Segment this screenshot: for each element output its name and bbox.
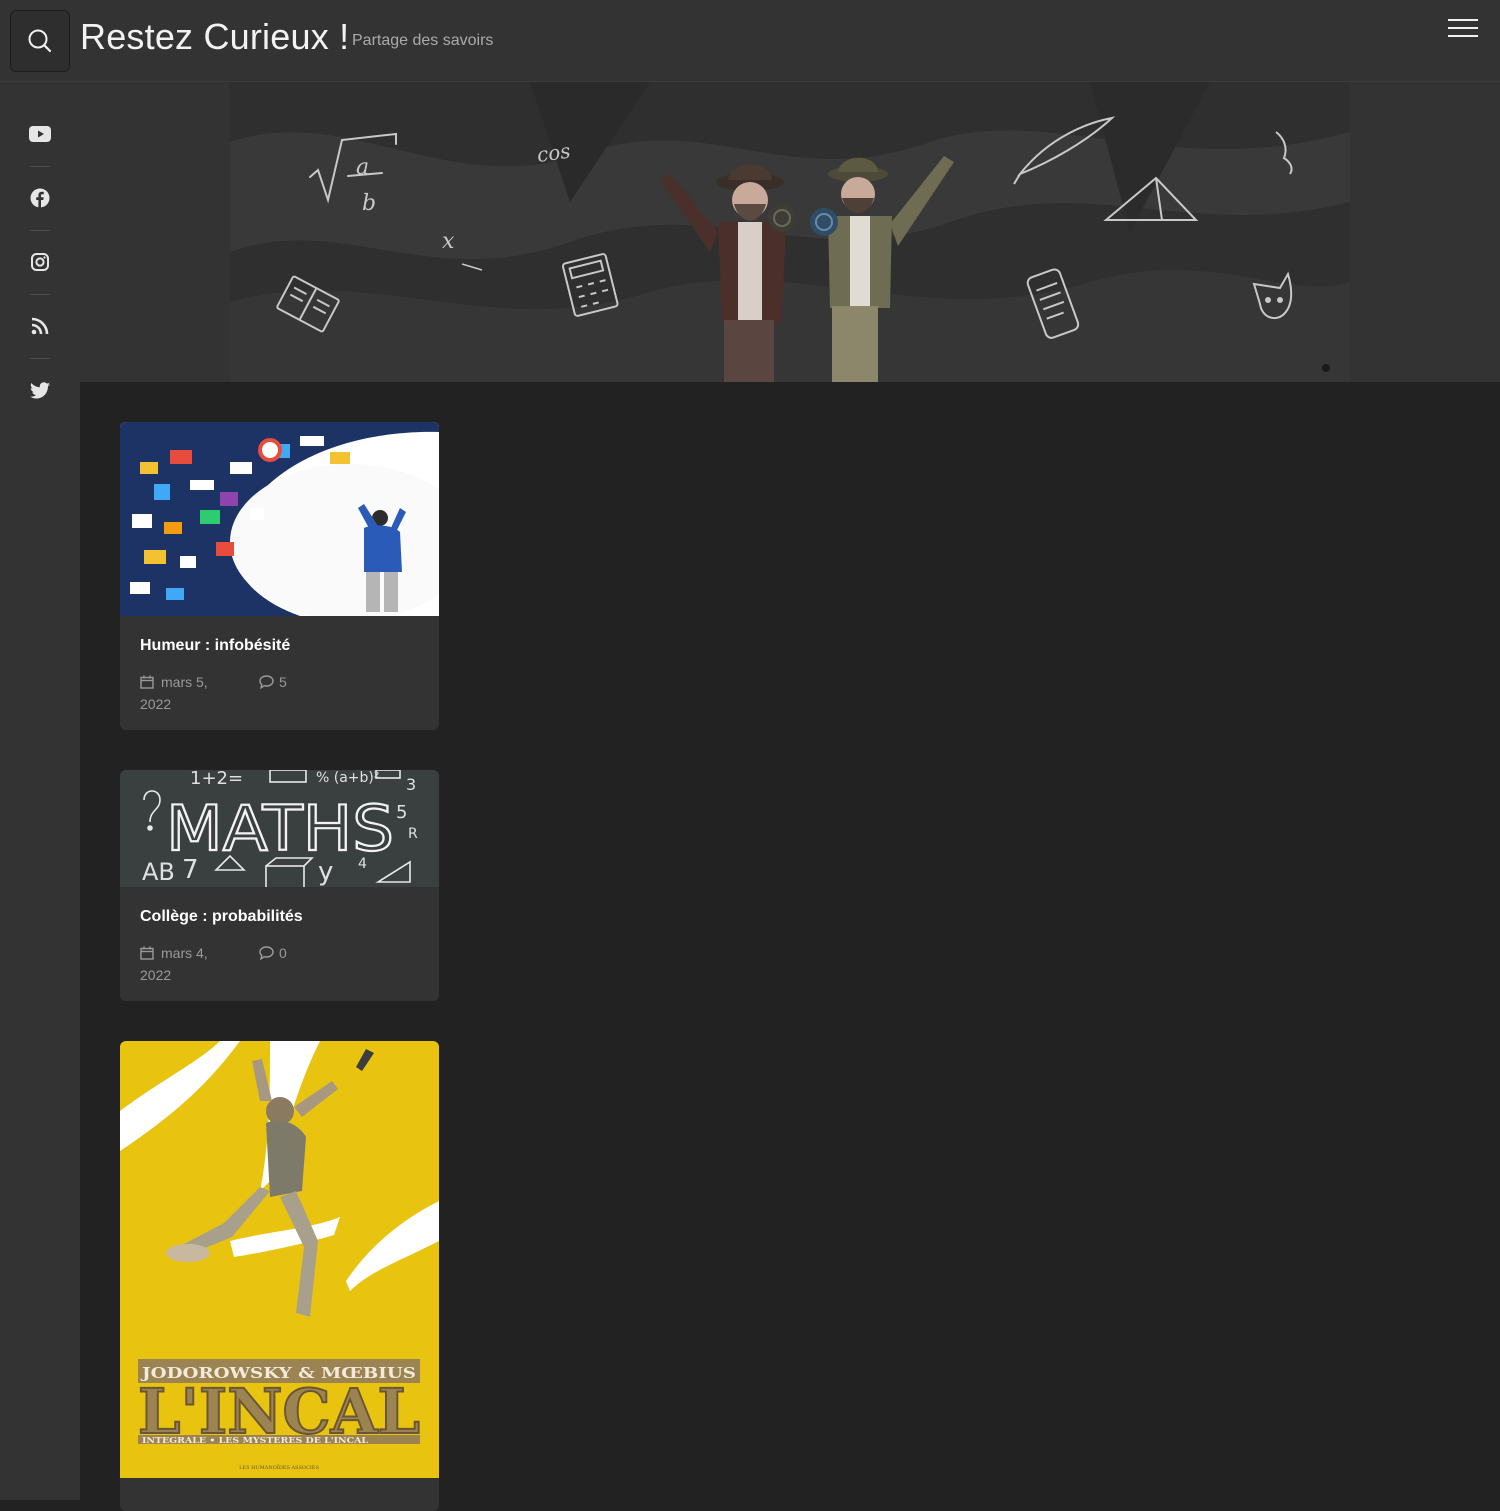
menu-button[interactable] — [1444, 14, 1480, 42]
youtube-link[interactable] — [0, 102, 80, 166]
svg-text:y: y — [318, 857, 333, 887]
menu-icon — [1448, 19, 1478, 21]
svg-text:AB: AB — [142, 858, 175, 886]
rss-link[interactable] — [0, 294, 80, 358]
cover-publisher: LES HUMANOÏDES ASSOCIÉS — [239, 1463, 319, 1471]
post-date-line2: 2022 — [140, 967, 172, 983]
youtube-icon — [29, 126, 51, 142]
post-date-line1: mars 4, — [161, 945, 208, 961]
post-meta: mars 4, 2022 0 — [140, 942, 419, 986]
post-comments-count: 5 — [279, 674, 287, 690]
rss-icon — [31, 317, 49, 335]
svg-text:7: 7 — [182, 855, 199, 885]
search-icon — [28, 29, 52, 53]
svg-text:5: 5 — [396, 802, 407, 823]
svg-text:3: 3 — [406, 775, 416, 794]
calendar-icon — [140, 946, 154, 960]
search-button[interactable] — [10, 10, 70, 72]
svg-text:4: 4 — [358, 856, 367, 872]
banner-illustration: a b cos x — [230, 82, 1350, 382]
post-thumbnail-incal[interactable]: JODOROWSKY & MŒBIUS L'INCAL INTEGRALE • … — [120, 1041, 439, 1478]
doodle-cos: cos — [535, 139, 572, 167]
post-date-line2: 2022 — [140, 696, 172, 712]
post-title[interactable]: Humeur : infobésité — [140, 637, 290, 655]
post-date-line1: mars 5, — [161, 674, 208, 690]
comment-icon — [259, 946, 274, 960]
doodle-frac-b: b — [362, 191, 376, 216]
site-tagline: Partage des savoirs — [352, 32, 494, 49]
doodle-x: x — [442, 229, 455, 254]
post-title[interactable]: Collège : probabilités — [140, 908, 303, 926]
facebook-icon — [30, 188, 50, 208]
facebook-link[interactable] — [0, 166, 80, 230]
post-thumbnail-maths[interactable]: MATHS 1+2= % (a+b)² 3 5 R AB 7 y 4 — [120, 770, 439, 887]
doodle-frac-a: a — [356, 155, 369, 180]
instagram-link[interactable] — [0, 230, 80, 294]
post-meta: mars 5, 2022 5 — [140, 671, 419, 715]
cover-subtitle: INTEGRALE • LES MYSTERES DE L'INCAL — [142, 1435, 368, 1445]
site-title[interactable]: Restez Curieux ! — [80, 16, 349, 58]
post-comments-count: 0 — [279, 945, 287, 961]
svg-text:R: R — [408, 826, 418, 842]
social-sidebar — [0, 82, 80, 1500]
svg-text:% (a+b)²: % (a+b)² — [316, 770, 380, 786]
header-banner[interactable]: a b cos x — [230, 82, 1350, 382]
comment-icon — [259, 675, 274, 689]
twitter-icon — [30, 381, 50, 398]
post-card[interactable]: MATHS 1+2= % (a+b)² 3 5 R AB 7 y 4 Collè… — [120, 770, 439, 1001]
maths-title: MATHS — [166, 792, 394, 865]
top-bar: Restez Curieux ! Partage des savoirs — [0, 0, 1500, 82]
calendar-icon — [140, 675, 154, 689]
instagram-icon — [31, 253, 49, 271]
post-card[interactable]: JODOROWSKY & MŒBIUS L'INCAL INTEGRALE • … — [120, 1041, 439, 1511]
post-thumbnail-infobesite[interactable] — [120, 422, 439, 616]
twitter-link[interactable] — [0, 358, 80, 422]
post-card[interactable]: Humeur : infobésité mars 5, 2022 5 — [120, 422, 439, 730]
svg-text:1+2=: 1+2= — [190, 770, 243, 789]
